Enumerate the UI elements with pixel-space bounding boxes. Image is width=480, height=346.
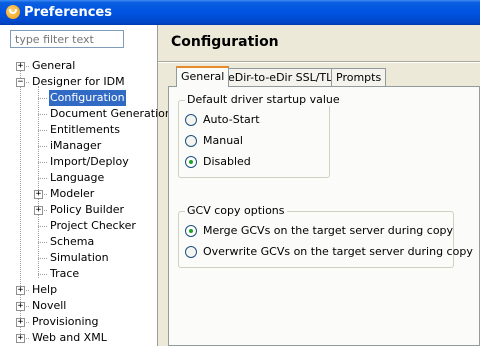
tree-connector: [38, 274, 47, 275]
tree-connector: [38, 258, 47, 259]
tree-item-label: Schema: [50, 235, 95, 248]
general-tab-panel: Default driver startup value Auto-Start …: [168, 86, 480, 346]
radio-button[interactable]: [185, 246, 197, 258]
radio-label: Merge GCVs on the target server during c…: [203, 224, 454, 237]
tree-item-label: Language: [50, 171, 105, 184]
tree-connector: [38, 114, 47, 115]
tab-prompts[interactable]: Prompts: [331, 68, 387, 87]
radio-label: Manual: [203, 134, 243, 147]
expand-icon[interactable]: +: [34, 190, 43, 199]
title-divider: [158, 61, 480, 63]
radio-label: Overwrite GCVs on the target server duri…: [203, 245, 473, 258]
tree-item-label: General: [32, 59, 76, 72]
tree-item-label: Simulation: [50, 251, 109, 264]
expand-icon[interactable]: +: [16, 62, 25, 71]
filter-input[interactable]: [10, 30, 124, 48]
tree-item-label: Entitlements: [50, 123, 120, 136]
tree-item-label: Help: [32, 283, 58, 296]
expand-icon[interactable]: +: [16, 286, 25, 295]
radio-button[interactable]: [185, 135, 197, 147]
startup-group-legend: Default driver startup value: [185, 93, 342, 106]
preference-page: Configuration General eDir-to-eDir SSL/T…: [158, 25, 480, 346]
tree-item-label: iManager: [50, 139, 102, 152]
radio-button[interactable]: [185, 114, 197, 126]
radio-button[interactable]: [185, 225, 197, 237]
expand-icon[interactable]: +: [16, 334, 25, 343]
tree-item-label: Designer for IDM: [32, 75, 125, 88]
gcv-group-legend: GCV copy options: [185, 204, 287, 217]
expand-icon[interactable]: +: [16, 318, 25, 327]
radio-label: Auto-Start: [203, 113, 260, 126]
page-title: Configuration: [171, 34, 279, 50]
tree-connector: [38, 98, 47, 99]
gcv-copy-group: GCV copy options Merge GCVs on the targe…: [178, 204, 473, 268]
tab-general[interactable]: General: [176, 66, 230, 87]
startup-value-group: Default driver startup value Auto-Start …: [178, 93, 342, 178]
window-title: Preferences: [24, 5, 112, 20]
tree-connector: [38, 146, 47, 147]
tab-edir-ssl-tls[interactable]: eDir-to-eDir SSL/TLS: [223, 68, 345, 87]
expand-icon[interactable]: +: [16, 302, 25, 311]
tree-guide-line: [20, 66, 21, 338]
tree-connector: [38, 226, 47, 227]
tree-item-label: Provisioning: [32, 315, 99, 328]
title-bar[interactable]: Preferences: [0, 0, 480, 25]
tree-connector: [38, 242, 47, 243]
tree-item-label: Modeler: [50, 187, 95, 200]
tree-item-label: Trace: [50, 267, 80, 280]
tree-connector: [38, 162, 47, 163]
tree-item-label: Novell: [32, 299, 67, 312]
expand-icon[interactable]: +: [34, 206, 43, 215]
tree-item-label: Import/Deploy: [50, 155, 129, 168]
tree-item-label: Project Checker: [50, 219, 136, 232]
tree-item-label: Document Generation: [50, 107, 172, 120]
preferences-tree-panel: General + Designer for IDM− ConfigurationDo…: [0, 25, 172, 346]
tree-connector: [38, 130, 47, 131]
tree-connector: [38, 178, 47, 179]
radio-label: Disabled: [203, 155, 251, 168]
tree-item-label: Policy Builder: [50, 203, 125, 216]
app-icon: [6, 5, 20, 19]
radio-button[interactable]: [185, 156, 197, 168]
collapse-icon[interactable]: −: [16, 78, 25, 87]
tree-item-label: Web and XML: [32, 331, 107, 344]
tree-item-label: Configuration: [49, 90, 126, 106]
